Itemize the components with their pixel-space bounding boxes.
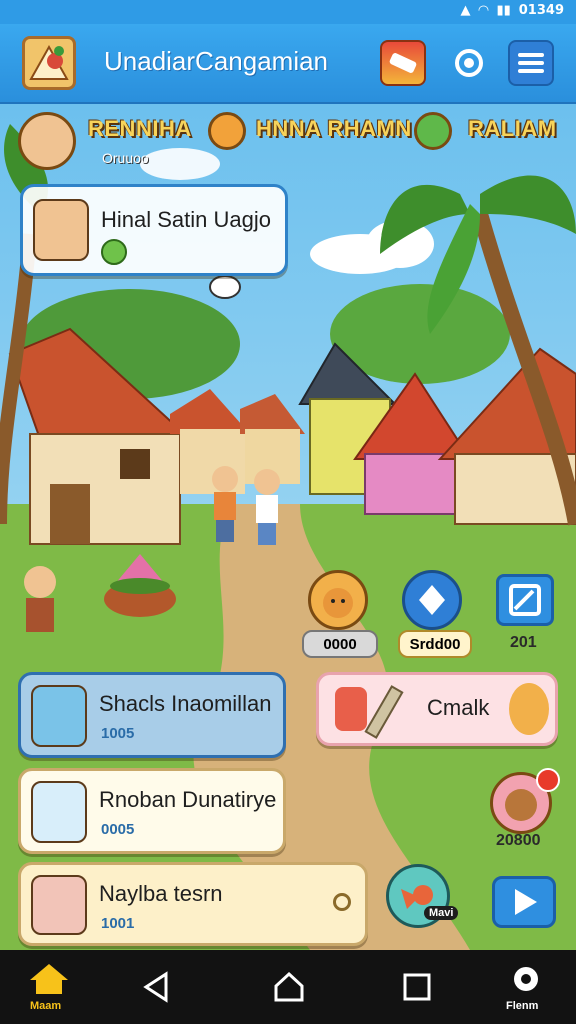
quest-character-avatar [33,199,89,261]
card3-sub: 1001 [101,915,135,932]
fox-label: Mavi [424,906,459,920]
app-title: UnadiarCangamian [104,46,329,76]
nav-settings-label: Flenm [506,1000,539,1012]
player-name: RENNIHA [88,116,192,141]
quest-text: Hinal Satin Uagjo [101,207,271,232]
play-icon [515,889,537,915]
notification-badge [536,768,560,792]
pencil-red-icon [335,687,367,731]
signal-icon: ▮▮ [496,3,511,18]
back-icon [143,971,168,1003]
card3-title: Naylba tesrn [99,881,223,906]
nav-settings[interactable]: Flenm [504,960,554,1016]
card3-avatar [31,875,87,935]
wifi-icon: ◠ [478,3,489,18]
quest-bubble[interactable]: Hinal Satin Uagjo [20,184,288,276]
compass-icon [455,49,483,77]
hamburger-icon [518,53,544,73]
resource-middle: HNNA RHAMN [256,116,412,141]
player-avatar[interactable] [18,112,76,170]
resource-right: RALIAM [468,116,557,141]
gem-icon[interactable] [414,112,452,150]
map-count: 201 [510,634,537,651]
status-time: 01349 [518,3,564,18]
navigation-bar: Maam Flenm [0,950,576,1024]
search-button[interactable] [446,40,492,86]
coin-icon[interactable] [208,112,246,150]
crystal-button[interactable] [402,570,462,630]
nav-home-label: Maam [30,1000,62,1012]
monkey-icon [509,683,549,735]
square-icon [403,973,431,1001]
gear-icon [514,967,538,991]
menu-button[interactable] [508,40,554,86]
leaf-icon [101,239,127,265]
map-button[interactable] [496,574,554,626]
card1-avatar [31,685,87,747]
card2-sub: 0005 [101,821,135,838]
app-header: UnadiarCangamian [0,24,576,105]
radio-icon[interactable] [333,893,351,911]
notification-icon: ▲ [460,3,471,18]
nav-home[interactable]: Maam [24,960,74,1016]
craft-card[interactable]: Cmalk [316,672,558,746]
play-button[interactable] [492,876,556,928]
nav-home-system[interactable] [272,970,306,1008]
card-naylba[interactable]: Naylba tesrn 1001 [18,862,368,946]
card1-sub: 1005 [101,725,135,742]
crystal-icon [419,585,445,615]
village-scene: RENNIHA Oruuoo HNNA RHAMN RALIAM Hinal S… [0,104,576,950]
nav-recent[interactable] [402,972,432,1006]
player-subtitle: Oruuoo [102,150,149,166]
gift-icon [388,52,418,74]
card2-title: Rnoban Dunatirye [99,787,277,812]
gift-button[interactable] [380,40,426,86]
home-icon [30,964,68,994]
card2-avatar [31,781,87,843]
app-logo[interactable] [22,36,76,90]
card1-title: Shacls Inaomillan [99,691,272,716]
card-shacls[interactable]: Shacls Inaomillan 1005 [18,672,286,758]
map-icon [509,584,541,616]
home-outline-icon [274,971,304,1002]
pet-button[interactable] [308,570,368,630]
nav-back[interactable] [140,970,174,1008]
crystal-count: Srdd00 [398,630,472,658]
pencil-icon [364,685,404,739]
dog-icon [323,588,353,618]
character-count: 20800 [496,832,541,849]
craft-title: Cmalk [427,695,490,720]
status-bar: ▲ ◠ ▮▮ 01349 [0,0,576,24]
card-rnoban[interactable]: Rnoban Dunatirye 0005 [18,768,286,854]
pet-count: 0000 [302,630,378,658]
